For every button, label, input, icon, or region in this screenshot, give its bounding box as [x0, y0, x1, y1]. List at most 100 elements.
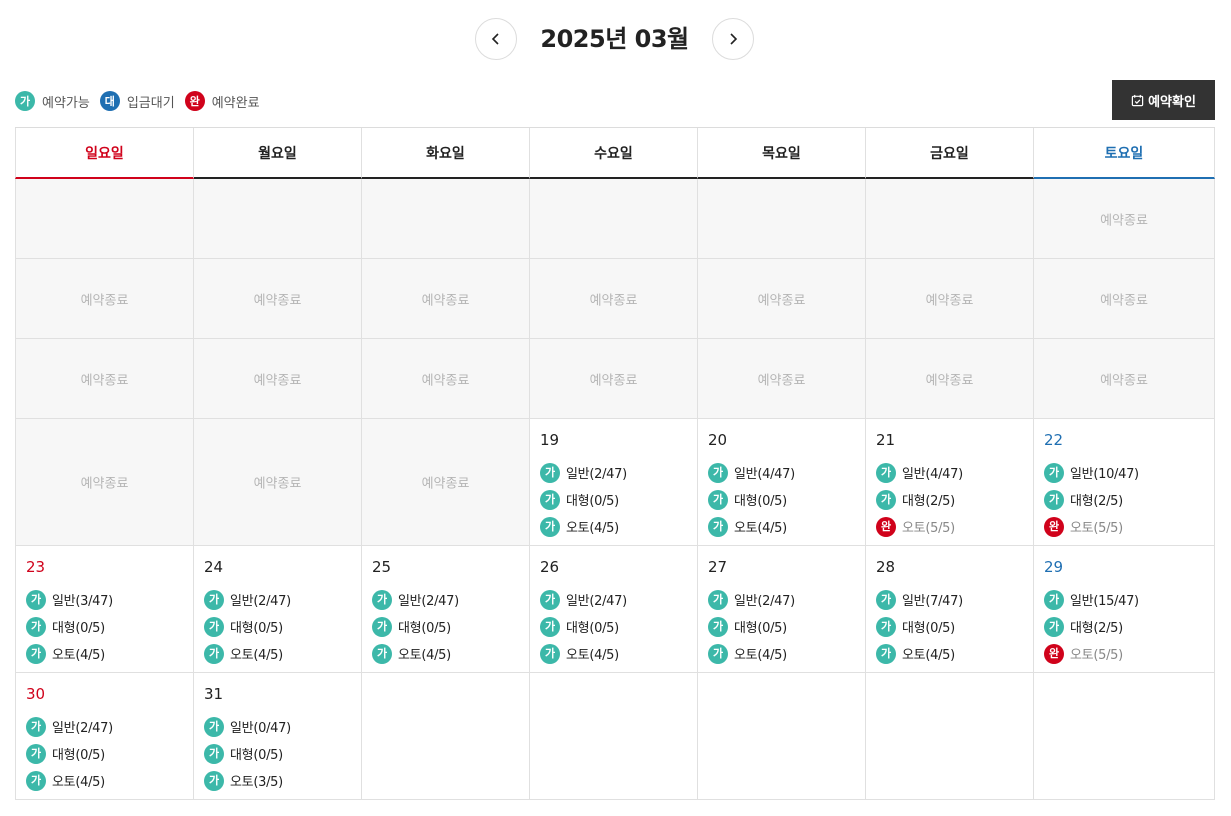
day-number: 30: [26, 685, 46, 703]
slot-label: 일반(2/47): [52, 721, 113, 736]
available-badge: 가: [204, 589, 224, 610]
reservation-slot[interactable]: 가 오토(4/5): [540, 513, 627, 540]
closed-day-cell: 예약종료: [15, 339, 194, 418]
closed-day-cell: 예약종료: [194, 259, 362, 338]
reservation-slot[interactable]: 가 일반(0/47): [204, 713, 291, 740]
reservation-slot[interactable]: 가 오토(4/5): [708, 640, 795, 667]
slot-list: 가 일반(0/47) 가 대형(0/5) 가 오토(3/5): [204, 713, 291, 794]
slot-label: 오토(4/5): [902, 648, 955, 663]
slot-label: 대형(0/5): [734, 621, 787, 636]
closed-label: 예약종료: [589, 293, 638, 308]
reservation-slot[interactable]: 가 오토(4/5): [708, 513, 795, 540]
slot-label: 일반(4/47): [902, 467, 963, 482]
available-badge: 가: [204, 716, 224, 737]
available-badge: 가: [540, 462, 560, 483]
closed-day-cell: 예약종료: [362, 419, 530, 545]
month-header: 2025년 03월: [0, 18, 1231, 60]
reservation-slot[interactable]: 가 일반(2/47): [540, 459, 627, 486]
pending-badge: 대: [99, 91, 120, 111]
empty-day-cell: [866, 673, 1034, 799]
closed-day-cell: 예약종료: [866, 259, 1034, 338]
reservation-confirm-button[interactable]: 예약확인: [1112, 80, 1215, 120]
available-badge: 가: [540, 589, 560, 610]
day-number: 23: [26, 558, 46, 576]
reservation-slot[interactable]: 가 일반(3/47): [26, 586, 113, 613]
complete-badge: 완: [1044, 516, 1064, 537]
weekday-wednesday: 수요일: [530, 128, 698, 179]
reservation-slot[interactable]: 가 대형(0/5): [26, 613, 113, 640]
closed-label: 예약종료: [925, 373, 974, 388]
reservation-slot[interactable]: 가 일반(2/47): [372, 586, 459, 613]
reservation-slot[interactable]: 가 오토(4/5): [876, 640, 963, 667]
closed-day-cell: 예약종료: [194, 419, 362, 545]
empty-day-cell: [362, 179, 530, 258]
closed-day-cell: 예약종료: [698, 259, 866, 338]
reservation-slot[interactable]: 가 대형(2/5): [1044, 613, 1139, 640]
closed-day-cell: 예약종료: [15, 259, 194, 338]
slot-label: 오토(5/5): [902, 521, 955, 536]
reservation-slot: 완 오토(5/5): [876, 513, 963, 540]
reservation-slot[interactable]: 가 대형(0/5): [204, 740, 291, 767]
slot-list: 가 일반(2/47) 가 대형(0/5) 가 오토(4/5): [708, 586, 795, 667]
legend-available: 가 예약가능: [15, 91, 90, 111]
reservation-slot[interactable]: 가 대형(2/5): [1044, 486, 1139, 513]
day-number: 22: [1044, 431, 1064, 449]
reservation-slot[interactable]: 가 일반(2/47): [204, 586, 291, 613]
empty-day-cell: [866, 179, 1034, 258]
reservation-slot[interactable]: 가 대형(0/5): [26, 740, 113, 767]
day-number: 21: [876, 431, 896, 449]
reservation-slot[interactable]: 가 일반(10/47): [1044, 459, 1139, 486]
reservation-slot[interactable]: 가 오토(4/5): [540, 640, 627, 667]
reservation-slot[interactable]: 가 오토(4/5): [26, 767, 113, 794]
reservation-slot[interactable]: 가 대형(0/5): [708, 486, 795, 513]
reservation-slot[interactable]: 가 대형(0/5): [540, 486, 627, 513]
closed-day-cell: 예약종료: [194, 339, 362, 418]
slot-label: 오토(4/5): [398, 648, 451, 663]
available-badge: 가: [26, 770, 46, 791]
closed-day-cell: 예약종료: [1034, 339, 1215, 418]
reservation-slot[interactable]: 가 일반(4/47): [876, 459, 963, 486]
slot-list: 가 일반(2/47) 가 대형(0/5) 가 오토(4/5): [372, 586, 459, 667]
reservation-slot[interactable]: 가 대형(0/5): [372, 613, 459, 640]
reservation-slot[interactable]: 가 오토(3/5): [204, 767, 291, 794]
closed-day-cell: 예약종료: [362, 339, 530, 418]
closed-label: 예약종료: [253, 476, 302, 492]
reservation-slot[interactable]: 가 일반(2/47): [26, 713, 113, 740]
reservation-slot[interactable]: 가 일반(15/47): [1044, 586, 1139, 613]
slot-label: 오토(4/5): [566, 648, 619, 663]
reservation-slot[interactable]: 가 일반(2/47): [708, 586, 795, 613]
slot-label: 대형(2/5): [902, 494, 955, 509]
available-badge: 가: [26, 643, 46, 664]
next-month-button[interactable]: [712, 18, 754, 60]
slot-list: 가 일반(4/47) 가 대형(2/5) 완 오토(5/5): [876, 459, 963, 540]
reservation-slot[interactable]: 가 오토(4/5): [204, 640, 291, 667]
reservation-slot[interactable]: 가 오토(4/5): [26, 640, 113, 667]
prev-month-button[interactable]: [475, 18, 517, 60]
reservation-slot[interactable]: 가 일반(2/47): [540, 586, 627, 613]
closed-label: 예약종료: [1100, 293, 1148, 308]
available-badge: 가: [876, 616, 896, 637]
reservation-slot[interactable]: 가 대형(0/5): [876, 613, 963, 640]
reservation-slot[interactable]: 가 일반(4/47): [708, 459, 795, 486]
available-badge: 가: [708, 589, 728, 610]
slot-label: 오토(3/5): [230, 775, 283, 790]
available-badge: 가: [372, 589, 392, 610]
reservation-slot[interactable]: 가 대형(2/5): [876, 486, 963, 513]
slot-label: 일반(2/47): [566, 467, 627, 482]
reservation-slot[interactable]: 가 대형(0/5): [708, 613, 795, 640]
closed-label: 예약종료: [589, 373, 638, 388]
reservation-slot[interactable]: 가 대형(0/5): [540, 613, 627, 640]
reservation-slot[interactable]: 가 일반(7/47): [876, 586, 963, 613]
closed-day-cell: 예약종료: [698, 339, 866, 418]
available-badge: 가: [708, 616, 728, 637]
available-badge: 가: [540, 643, 560, 664]
closed-day-cell: 예약종료: [866, 339, 1034, 418]
complete-badge: 완: [184, 91, 205, 111]
available-badge: 가: [708, 489, 728, 510]
calendar-week: 23 가 일반(3/47) 가 대형(0/5) 가 오토(4/5) 24 가 일반(2/47) 가 대…: [15, 546, 1215, 673]
slot-label: 일반(0/47): [230, 721, 291, 736]
reservation-slot[interactable]: 가 오토(4/5): [372, 640, 459, 667]
available-badge: 가: [204, 770, 224, 791]
legend-label: 예약완료: [211, 95, 260, 111]
reservation-slot[interactable]: 가 대형(0/5): [204, 613, 291, 640]
